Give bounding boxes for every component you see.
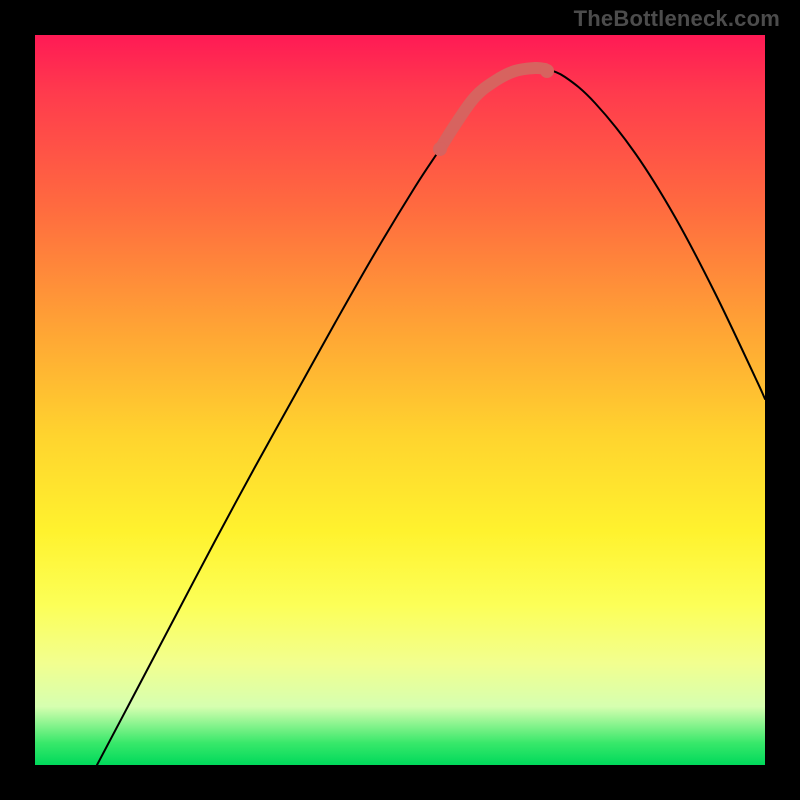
watermark-text: TheBottleneck.com bbox=[574, 6, 780, 32]
plot-area bbox=[35, 35, 765, 765]
chart-frame: TheBottleneck.com bbox=[0, 0, 800, 800]
background-gradient bbox=[35, 35, 765, 765]
